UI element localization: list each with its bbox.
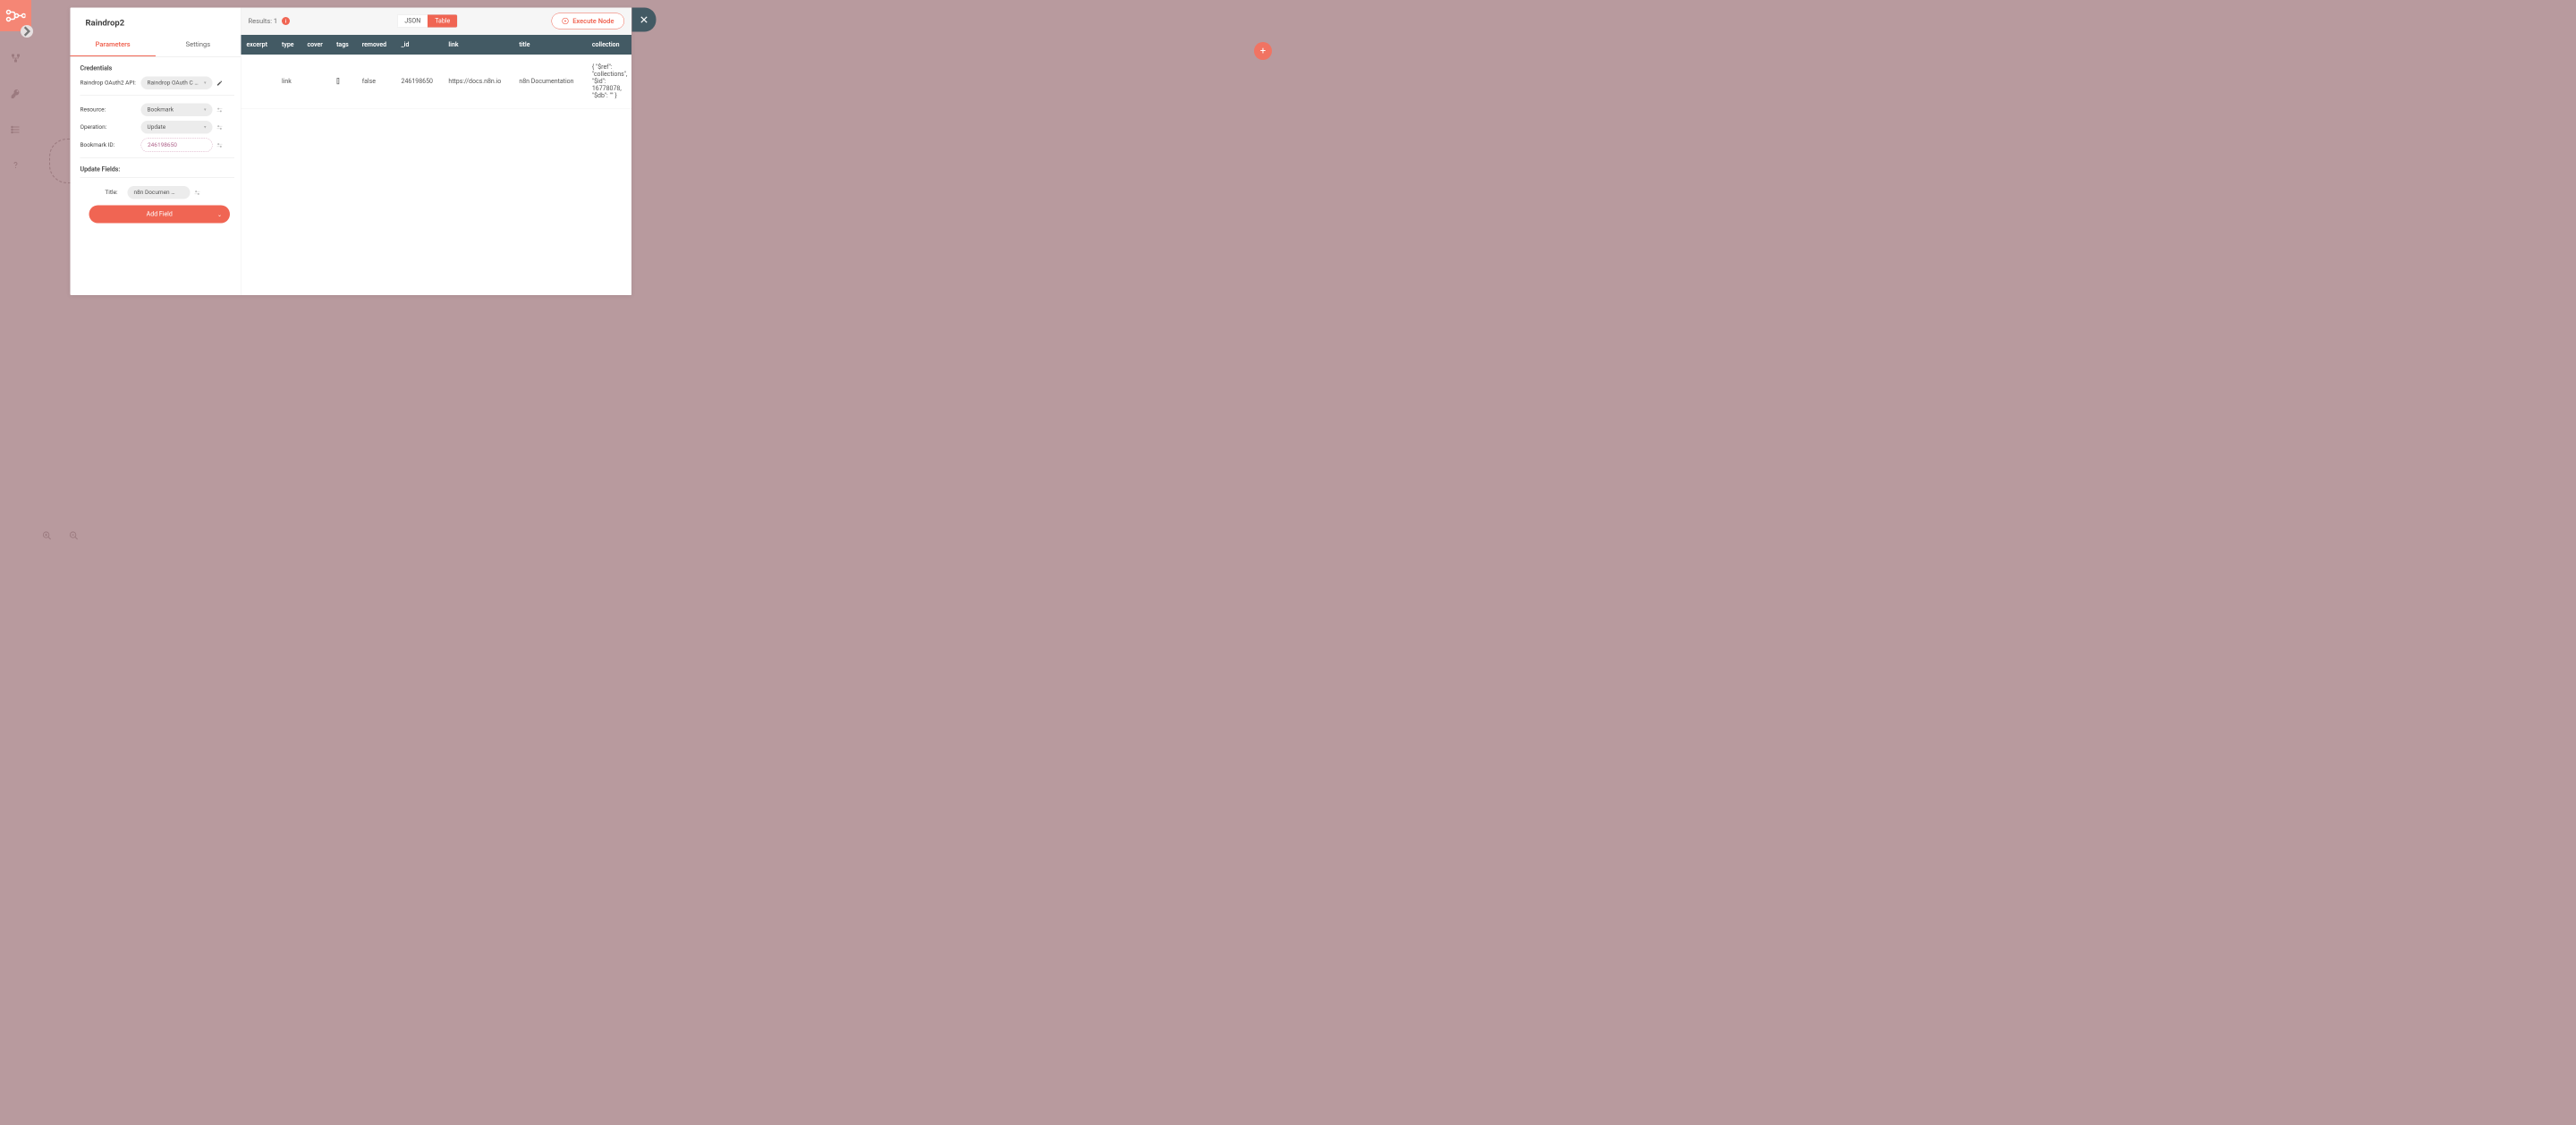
cell-cover [301, 55, 331, 108]
node-editor-modal: Raindrop2 Parameters Settings Credential… [71, 8, 632, 296]
resource-select-value: Bookmark [148, 106, 174, 114]
view-table-button[interactable]: Table [428, 15, 457, 28]
output-table[interactable]: excerpt type cover tags removed _id link… [242, 35, 632, 295]
chevron-down-icon: ⌄ [217, 212, 222, 218]
chevron-down-icon: ▾ [204, 125, 207, 131]
th-tags: tags [331, 35, 357, 55]
cell-collection: { "$ref": "collections", "$id": 16778078… [587, 55, 631, 108]
app-logo[interactable] [0, 0, 31, 31]
execute-node-label: Execute Node [572, 17, 614, 25]
info-icon[interactable]: i [282, 17, 290, 25]
bookmark-id-options-icon[interactable] [216, 141, 225, 148]
table-header-row: excerpt type cover tags removed _id link… [242, 35, 632, 55]
node-parameters-panel: Raindrop2 Parameters Settings Credential… [71, 8, 242, 296]
th-removed: removed [357, 35, 396, 55]
cell-title: n8n Documentation [513, 55, 586, 108]
th-collection: collection [587, 35, 631, 55]
node-title: Raindrop2 [71, 8, 242, 34]
close-modal-button[interactable] [632, 8, 657, 32]
credentials-icon[interactable] [7, 85, 25, 103]
output-header: Results: 1 i JSON Table Execute Node [242, 8, 632, 36]
tab-settings[interactable]: Settings [156, 33, 241, 56]
tab-parameters[interactable]: Parameters [71, 33, 156, 56]
resource-select[interactable]: Bookmark ▾ [141, 104, 213, 117]
title-field-label: Title: [98, 190, 125, 197]
cell-type: link [276, 55, 301, 108]
help-icon[interactable] [7, 156, 25, 174]
execute-node-button[interactable]: Execute Node [552, 13, 624, 30]
view-toggle: JSON Table [397, 14, 458, 28]
operation-options-icon[interactable] [216, 123, 225, 131]
bookmark-id-label: Bookmark ID: [80, 142, 139, 149]
app-sidebar [0, 0, 31, 562]
cell-tags: [] [331, 55, 357, 108]
cell-removed: false [357, 55, 396, 108]
workflows-icon[interactable] [7, 49, 25, 67]
title-field-input[interactable]: n8n Documen … [128, 186, 191, 199]
resource-label: Resource: [80, 106, 139, 114]
title-field-value: n8n Documen … [134, 190, 175, 197]
table-row[interactable]: link [] false 246198650 https://docs.n8n… [242, 55, 632, 108]
results-count: Results: 1 [249, 17, 278, 25]
credentials-section-label: Credentials [80, 65, 235, 72]
credential-api-label: Raindrop OAuth2 API: [80, 80, 139, 87]
edit-credential-icon[interactable] [216, 80, 225, 86]
operation-select-value: Update [148, 124, 166, 131]
add-field-button[interactable]: Add Field ⌄ [89, 206, 231, 224]
zoom-out-button[interactable] [65, 527, 83, 545]
chevron-down-icon: ▾ [204, 107, 207, 113]
update-fields-label: Update Fields: [80, 166, 235, 173]
zoom-in-button[interactable] [38, 527, 56, 545]
th-type: type [276, 35, 301, 55]
th-cover: cover [301, 35, 331, 55]
operation-label: Operation: [80, 124, 139, 131]
cell-id: 246198650 [396, 55, 444, 108]
th-link: link [443, 35, 513, 55]
resource-options-icon[interactable] [216, 106, 225, 114]
add-node-fab[interactable]: + [1254, 42, 1272, 60]
executions-icon[interactable] [7, 121, 25, 139]
title-field-options-icon[interactable] [193, 189, 202, 196]
node-output-panel: Results: 1 i JSON Table Execute Node exc… [242, 8, 632, 296]
credential-select-value: Raindrop OAuth C … [148, 80, 199, 87]
th-id: _id [396, 35, 444, 55]
cell-link: https://docs.n8n.io [443, 55, 513, 108]
th-excerpt: excerpt [242, 35, 277, 55]
cell-excerpt [242, 55, 277, 108]
credential-select[interactable]: Raindrop OAuth C … ▾ [141, 77, 213, 90]
chevron-down-icon: ▾ [204, 80, 207, 86]
bookmark-id-input[interactable]: 246198650 [141, 139, 213, 153]
node-tabs: Parameters Settings [71, 33, 242, 57]
operation-select[interactable]: Update ▾ [141, 121, 213, 134]
th-title: title [513, 35, 586, 55]
sidebar-expand-toggle[interactable] [21, 25, 33, 38]
add-field-label: Add Field [147, 211, 173, 218]
zoom-controls [38, 527, 83, 545]
view-json-button[interactable]: JSON [397, 15, 428, 28]
